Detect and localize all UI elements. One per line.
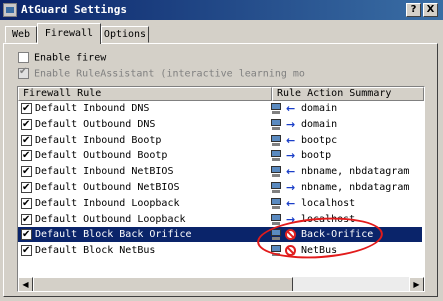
arrow-left-icon: ← xyxy=(286,165,296,179)
arrow-right-icon: → xyxy=(286,117,296,131)
arrow-left-icon: ← xyxy=(286,196,296,210)
rule-summary: bootp xyxy=(301,150,332,162)
rule-summary: Back-Orifice xyxy=(301,229,374,241)
rule-name: Default Inbound NetBIOS xyxy=(35,166,174,178)
enable-firewall-checkbox[interactable] xyxy=(18,52,29,63)
computer-icon xyxy=(270,134,282,146)
enable-ruleassistant-label: Enable RuleAssistant (interactive learni… xyxy=(34,68,305,80)
rule-name: Default Outbound DNS xyxy=(35,118,156,130)
column-header-firewall-rule[interactable]: Firewall Rule xyxy=(18,87,272,101)
computer-icon xyxy=(270,245,282,257)
enable-firewall-label: Enable firew xyxy=(34,52,107,64)
computer-icon xyxy=(270,197,282,209)
scroll-right-icon[interactable]: ▶ xyxy=(409,277,424,291)
rule-name: Default Inbound Bootp xyxy=(35,134,162,146)
rule-summary: NetBus xyxy=(301,245,338,257)
computer-icon xyxy=(270,182,282,193)
rule-checkbox[interactable] xyxy=(21,180,32,195)
column-header-rule-action-summary[interactable]: Rule Action Summary xyxy=(272,87,424,101)
table-row[interactable]: Default Outbound DNS → domain xyxy=(18,117,422,132)
rule-checkbox[interactable] xyxy=(21,133,32,148)
rule-summary: nbname, nbdatagram xyxy=(301,166,410,178)
rule-checkbox[interactable] xyxy=(21,101,32,116)
computer-icon xyxy=(270,103,282,114)
computer-icon xyxy=(270,118,282,130)
help-button[interactable]: ? xyxy=(406,3,421,17)
rule-checkbox[interactable] xyxy=(21,164,32,179)
arrow-right-icon: → xyxy=(286,181,296,194)
enable-ruleassistant-checkbox xyxy=(18,66,29,79)
tab-firewall[interactable]: Firewall xyxy=(37,23,101,44)
table-row[interactable]: Default Outbound NetBIOS → nbname, nbdatag… xyxy=(18,180,422,195)
rule-name: Default Block NetBus xyxy=(35,245,156,257)
app-icon xyxy=(3,3,17,17)
scroll-left-icon[interactable]: ◀ xyxy=(18,277,33,291)
table-row[interactable]: Default Inbound DNS ← domain xyxy=(18,101,422,116)
table-row[interactable]: Default Inbound NetBIOS ← nbname, nbdatagr… xyxy=(18,164,422,179)
rule-name: Default Outbound Loopback xyxy=(35,213,186,225)
table-row[interactable]: Default Inbound Loopback ← localhost xyxy=(18,196,422,211)
arrow-left-icon: ← xyxy=(286,102,296,115)
enable-firewall-option[interactable]: Enable firew xyxy=(18,52,106,64)
rule-checkbox[interactable] xyxy=(21,243,32,258)
computer-icon xyxy=(270,213,282,225)
enable-ruleassistant-option: Enable RuleAssistant (interactive learni… xyxy=(18,66,305,80)
firewall-rules-list[interactable]: Firewall Rule Rule Action Summary Defaul… xyxy=(17,86,425,292)
tab-options[interactable]: Options xyxy=(101,26,149,43)
computer-icon xyxy=(270,229,282,241)
rule-summary: bootpc xyxy=(301,134,338,146)
rule-name: Default Inbound DNS xyxy=(35,103,150,114)
rule-summary: localhost xyxy=(301,197,356,209)
arrow-left-icon: ← xyxy=(286,133,296,147)
computer-icon xyxy=(270,166,282,178)
rule-summary: domain xyxy=(301,103,338,114)
rule-summary: nbname, nbdatagram xyxy=(301,182,410,193)
horizontal-scrollbar[interactable]: ◀ ▶ xyxy=(18,277,424,291)
computer-icon xyxy=(270,150,282,162)
arrow-right-icon: → xyxy=(286,212,296,226)
window-title: AtGuard Settings xyxy=(21,3,127,16)
block-icon xyxy=(285,229,296,241)
rule-checkbox[interactable] xyxy=(21,227,32,242)
rule-name: Default Outbound NetBIOS xyxy=(35,182,180,193)
rule-checkbox[interactable] xyxy=(21,148,32,163)
rule-checkbox[interactable] xyxy=(21,212,32,227)
table-row[interactable]: Default Outbound Bootp → bootp xyxy=(18,148,422,163)
title-bar: AtGuard Settings ? X xyxy=(0,0,443,20)
table-row[interactable]: Default Inbound Bootp ← bootpc xyxy=(18,133,422,148)
rule-checkbox[interactable] xyxy=(21,117,32,132)
block-icon xyxy=(285,245,296,257)
rule-summary: localhost xyxy=(301,213,356,225)
rule-name: Default Inbound Loopback xyxy=(35,197,180,209)
rule-name: Default Outbound Bootp xyxy=(35,150,168,162)
table-row[interactable]: Default Block NetBus NetBus xyxy=(18,243,422,258)
table-row[interactable]: Default Outbound Loopback → localhost xyxy=(18,212,422,227)
rule-name: Default Block Back Orifice xyxy=(35,229,192,241)
rule-checkbox[interactable] xyxy=(21,196,32,211)
table-row[interactable]: Default Block Back Orifice Back-Orifice xyxy=(18,227,422,243)
arrow-right-icon: → xyxy=(286,149,296,163)
close-button[interactable]: X xyxy=(423,3,438,17)
rule-summary: domain xyxy=(301,118,338,130)
scrollbar-thumb[interactable] xyxy=(33,277,293,291)
tab-web[interactable]: Web xyxy=(5,26,37,43)
